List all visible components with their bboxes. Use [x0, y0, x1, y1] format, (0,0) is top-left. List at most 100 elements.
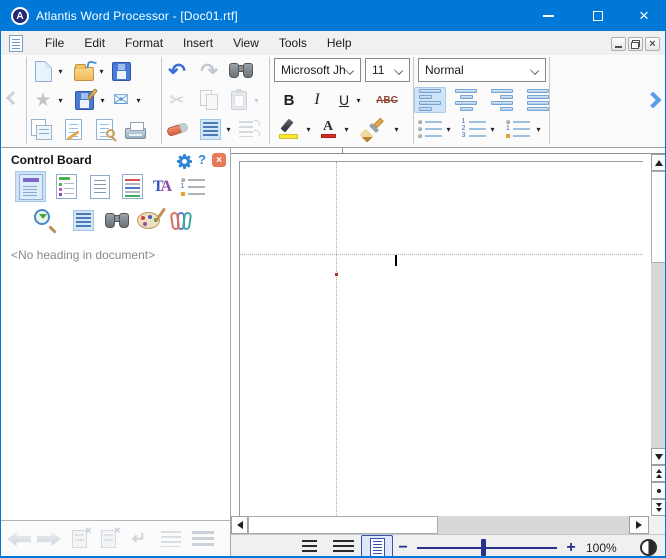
cb-lists-tab[interactable]: 1 — [177, 171, 208, 202]
previous-page-button[interactable] — [651, 465, 666, 482]
zoom-slider-thumb[interactable] — [481, 539, 486, 556]
web-view-button[interactable] — [329, 537, 357, 558]
cb-zoom-tool[interactable] — [30, 205, 61, 236]
document-properties-button[interactable] — [28, 116, 54, 142]
draft-view-button[interactable] — [295, 537, 323, 558]
format-painter-button[interactable] — [355, 116, 389, 142]
zoom-out-button[interactable]: − — [393, 535, 413, 558]
bullet-list-button[interactable] — [416, 116, 443, 142]
copy-button[interactable] — [196, 87, 222, 113]
eraser-button[interactable] — [164, 116, 190, 142]
menu-insert[interactable]: Insert — [175, 33, 221, 53]
bullet-list-dropdown[interactable]: ▾ — [443, 116, 454, 142]
multilevel-list-button[interactable]: 1 — [504, 116, 532, 142]
document-options-button[interactable] — [60, 116, 86, 142]
contrast-toggle-icon[interactable] — [640, 539, 657, 556]
bold-button[interactable]: B — [277, 87, 301, 113]
zoom-slider-track[interactable] — [417, 547, 557, 549]
nav-return-button[interactable]: ↵ — [125, 526, 153, 552]
numbered-list-button[interactable]: 123 — [460, 116, 487, 142]
menu-tools[interactable]: Tools — [271, 33, 315, 53]
select-button[interactable] — [197, 116, 223, 142]
undo-button[interactable]: ↶ — [164, 58, 190, 84]
print-preview-button[interactable] — [91, 116, 117, 142]
align-left-button[interactable] — [414, 87, 446, 113]
paste-dropdown[interactable]: ▾ — [251, 87, 262, 113]
format-painter-dropdown[interactable]: ▾ — [391, 116, 402, 142]
new-document-button[interactable] — [30, 58, 56, 84]
settings-gear-icon[interactable] — [177, 154, 192, 169]
mdi-restore-button[interactable] — [628, 37, 643, 51]
cb-find-tool[interactable] — [101, 205, 132, 236]
redo-button[interactable]: ↷ — [196, 58, 222, 84]
scroll-down-button[interactable] — [651, 448, 666, 465]
maximize-button[interactable] — [575, 1, 620, 31]
menu-help[interactable]: Help — [319, 33, 360, 53]
highlight-button[interactable] — [277, 116, 303, 142]
align-right-button[interactable] — [486, 87, 518, 113]
vertical-scrollbar[interactable] — [651, 154, 666, 516]
cb-bookmarks-tab[interactable] — [51, 171, 82, 202]
cb-clipboard-tool[interactable] — [166, 205, 197, 236]
cb-headings-tab[interactable] — [15, 171, 46, 202]
app-logo-icon[interactable]: A — [11, 7, 29, 25]
font-size-combo[interactable]: 11 — [365, 58, 410, 82]
menu-edit[interactable]: Edit — [76, 33, 113, 53]
select-dropdown[interactable]: ▾ — [223, 116, 234, 142]
save-button[interactable] — [108, 58, 134, 84]
horizontal-scroll-thumb[interactable] — [248, 516, 438, 534]
nav-previous-item-button[interactable] — [157, 526, 185, 552]
cb-colors-tool[interactable] — [133, 205, 164, 236]
mdi-close-button[interactable]: × — [645, 37, 660, 51]
print-button[interactable] — [122, 116, 148, 142]
nav-remove-all-button[interactable]: × — [94, 526, 122, 552]
justify-button[interactable] — [522, 87, 554, 113]
font-color-button[interactable]: A — [315, 116, 341, 142]
font-color-dropdown[interactable]: ▾ — [341, 116, 352, 142]
new-document-dropdown[interactable]: ▾ — [55, 58, 66, 84]
zoom-value[interactable]: 100% — [586, 535, 617, 558]
save-as-button[interactable] — [71, 87, 97, 113]
style-combo[interactable]: Normal — [418, 58, 546, 82]
toolbar-scroll-left-button[interactable] — [3, 85, 23, 111]
italic-button[interactable]: I — [305, 87, 329, 113]
open-dropdown[interactable]: ▾ — [96, 58, 107, 84]
zoom-in-button[interactable]: + — [561, 535, 581, 558]
document-area[interactable]: − + 100% — [231, 148, 666, 558]
cb-fonts-tab[interactable]: TA — [147, 171, 178, 202]
paste-button[interactable] — [226, 87, 252, 113]
sort-button[interactable] — [237, 116, 263, 142]
control-board-close-button[interactable]: × — [212, 153, 226, 167]
multilevel-list-dropdown[interactable]: ▾ — [533, 116, 544, 142]
nav-forward-button[interactable] — [35, 526, 63, 552]
cb-document-tab[interactable] — [84, 171, 115, 202]
select-browse-object-button[interactable] — [651, 482, 666, 499]
cut-button[interactable]: ✂ — [164, 87, 190, 113]
underline-button[interactable]: U — [333, 87, 355, 113]
strikethrough-button[interactable]: ABC — [367, 87, 407, 113]
scroll-up-button[interactable] — [651, 154, 666, 171]
save-as-dropdown[interactable]: ▾ — [97, 87, 108, 113]
close-button[interactable]: × — [621, 1, 666, 31]
nav-next-item-button[interactable] — [189, 526, 217, 552]
find-button[interactable] — [228, 58, 254, 84]
font-name-combo[interactable]: Microsoft Jh — [274, 58, 361, 82]
toolbar-scroll-right-button[interactable] — [641, 83, 665, 117]
horizontal-scrollbar[interactable] — [231, 516, 649, 534]
menu-file[interactable]: File — [37, 33, 72, 53]
document-icon[interactable] — [9, 35, 23, 52]
mdi-minimize-button[interactable] — [611, 37, 626, 51]
next-page-button[interactable] — [651, 499, 666, 516]
page-layout-view-button[interactable] — [361, 535, 393, 558]
favorites-button[interactable]: ★ — [30, 87, 56, 113]
email-dropdown[interactable]: ▾ — [133, 87, 144, 113]
email-button[interactable]: ✉ — [108, 87, 134, 113]
numbered-list-dropdown[interactable]: ▾ — [487, 116, 498, 142]
nav-remove-marker-button[interactable]: × — [65, 526, 93, 552]
highlight-dropdown[interactable]: ▾ — [303, 116, 314, 142]
scroll-left-button[interactable] — [231, 516, 248, 534]
minimize-button[interactable] — [526, 1, 571, 31]
cb-styles-tab[interactable] — [117, 171, 148, 202]
vertical-scroll-thumb[interactable] — [651, 171, 666, 263]
favorites-dropdown[interactable]: ▾ — [55, 87, 66, 113]
